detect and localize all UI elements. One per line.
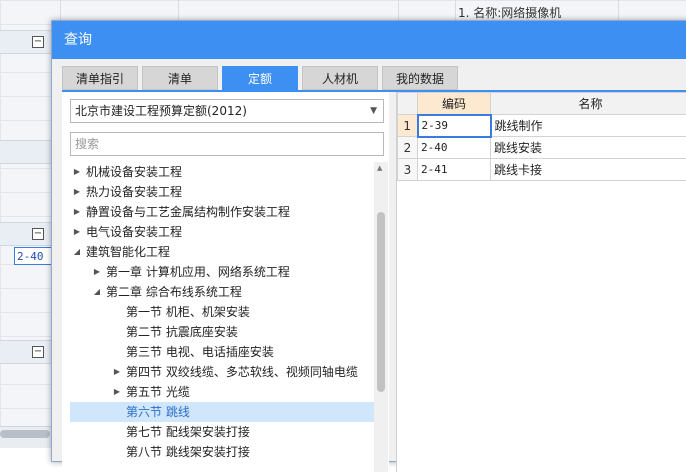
tree-node[interactable]: 第一节 机柜、机架安装 (70, 302, 374, 322)
row-index: 2 (398, 137, 418, 159)
tree-node-label: 静置设备与工艺金属结构制作安装工程 (86, 202, 290, 222)
horizontal-scrollbar[interactable] (0, 430, 50, 438)
column-header-name[interactable]: 名称 (491, 93, 686, 115)
tree-node-label: 第八节 跳线架安装打接 (126, 442, 250, 462)
tree-node[interactable]: ▶静置设备与工艺金属结构制作安装工程 (70, 202, 374, 222)
tab-labor-material-machine[interactable]: 人材机 (302, 66, 378, 90)
tree-node[interactable]: ▶第四节 双绞线缆、多芯软线、视频同轴电缆 (70, 362, 374, 382)
triangle-right-icon[interactable]: ▶ (72, 182, 82, 202)
tree-node[interactable]: ▶机械设备安装工程 (70, 162, 374, 182)
triangle-right-icon[interactable]: ▶ (72, 202, 82, 222)
tree-node-label: 热力设备安装工程 (86, 182, 182, 202)
tree-node[interactable]: ▶电气设备安装工程 (70, 222, 374, 242)
tree-node[interactable]: 第七节 配线架安装打接 (70, 422, 374, 442)
category-panel: 北京市建设工程预算定额(2012) ▼ ▶机械设备安装工程▶热力设备安装工程▶静… (62, 92, 389, 472)
triangle-down-icon[interactable]: ◢ (72, 242, 82, 262)
tree-node[interactable]: ◢第二章 综合布线系统工程 (70, 282, 374, 302)
row-index: 3 (398, 159, 418, 181)
query-dialog: 查询 清单指引 清单 定额 人材机 我的数据 北京市建设工程预算定额(2012)… (51, 20, 686, 462)
collapse-icon[interactable]: − (32, 346, 44, 358)
background-cell-text: 1. 名称:网络摄像机 (458, 4, 561, 21)
selected-cell[interactable]: 2-40 (14, 247, 52, 265)
triangle-down-icon[interactable]: ◢ (92, 282, 102, 302)
tree-node-label: 机械设备安装工程 (86, 162, 182, 182)
tree-node[interactable]: ◢建筑智能化工程 (70, 242, 374, 262)
tree-node-label: 第三节 电视、电话插座安装 (126, 342, 274, 362)
cell-name[interactable]: 跳线制作 (491, 115, 686, 137)
tree-node-label: 第一节 机柜、机架安装 (126, 302, 250, 322)
collapse-icon[interactable]: − (32, 228, 44, 240)
table-header-row: 编码 名称 (398, 93, 686, 115)
tree-node-label: 第二节 抗震底座安装 (126, 322, 238, 342)
quota-library-select[interactable]: 北京市建设工程预算定额(2012) ▼ (70, 99, 384, 123)
tree-node[interactable]: 第二节 抗震底座安装 (70, 322, 374, 342)
results-table: 编码 名称 1 2-39 跳线制作 2 2-40 跳线安装 3 2-41 (397, 92, 686, 181)
table-row[interactable]: 3 2-41 跳线卡接 (398, 159, 686, 181)
collapse-icon[interactable]: − (32, 36, 44, 48)
tree-node-label: 第一章 计算机应用、网络系统工程 (106, 262, 290, 282)
tab-bill[interactable]: 清单 (142, 66, 218, 90)
tab-bill-guide[interactable]: 清单指引 (62, 66, 138, 90)
tree-node[interactable]: ▶热力设备安装工程 (70, 182, 374, 202)
tree-node[interactable]: 第三节 电视、电话插座安装 (70, 342, 374, 362)
table-row[interactable]: 1 2-39 跳线制作 (398, 115, 686, 137)
tree-node-label: 第六节 跳线 (126, 402, 190, 422)
tree-node[interactable]: 第八节 跳线架安装打接 (70, 442, 374, 462)
cell-code[interactable]: 2-40 (418, 137, 491, 159)
tree-node[interactable]: ▶第五节 光缆 (70, 382, 374, 402)
row-index: 1 (398, 115, 418, 137)
cell-name[interactable]: 跳线安装 (491, 137, 686, 159)
triangle-right-icon[interactable]: ▶ (72, 222, 82, 242)
tree-node-label: 第七节 配线架安装打接 (126, 422, 250, 442)
cell-name[interactable]: 跳线卡接 (491, 159, 686, 181)
tree-node-label: 建筑智能化工程 (86, 242, 170, 262)
tab-my-data[interactable]: 我的数据 (382, 66, 458, 90)
quota-library-value: 北京市建设工程预算定额(2012) (75, 104, 247, 118)
tab-quota[interactable]: 定额 (222, 66, 298, 90)
tree-node-label: 第五节 光缆 (126, 382, 190, 402)
cell-code[interactable]: 2-39 (418, 115, 491, 137)
table-row[interactable]: 2 2-40 跳线安装 (398, 137, 686, 159)
triangle-right-icon[interactable]: ▶ (112, 362, 122, 382)
chevron-down-icon[interactable]: ▼ (370, 100, 377, 122)
triangle-right-icon[interactable]: ▶ (112, 382, 122, 402)
triangle-right-icon[interactable]: ▶ (72, 162, 82, 182)
column-header-code[interactable]: 编码 (418, 93, 491, 115)
search-input[interactable] (70, 132, 384, 156)
scrollbar-thumb[interactable] (377, 212, 385, 392)
tree-node[interactable]: 第六节 跳线 (70, 402, 374, 422)
tree-node-label: 电气设备安装工程 (86, 222, 182, 242)
tree-node[interactable]: ▶第一章 计算机应用、网络系统工程 (70, 262, 374, 282)
triangle-right-icon[interactable]: ▶ (92, 262, 102, 282)
scroll-up-icon[interactable]: ▲ (377, 164, 382, 172)
vertical-scrollbar[interactable]: ▲ (374, 162, 388, 472)
category-tree: ▶机械设备安装工程▶热力设备安装工程▶静置设备与工艺金属结构制作安装工程▶电气设… (70, 162, 374, 472)
cell-code[interactable]: 2-41 (418, 159, 491, 181)
results-panel: 编码 名称 1 2-39 跳线制作 2 2-40 跳线安装 3 2-41 (396, 92, 686, 472)
row-index-header (398, 93, 418, 115)
dialog-title: 查询 (52, 21, 686, 59)
tree-node-label: 第二章 综合布线系统工程 (106, 282, 242, 302)
tree-node-label: 第四节 双绞线缆、多芯软线、视频同轴电缆 (126, 362, 358, 382)
